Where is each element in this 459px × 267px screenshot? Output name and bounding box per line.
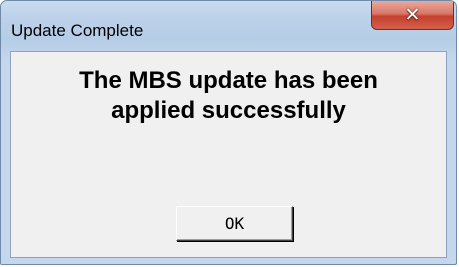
status-message: The MBS update has been applied successf… [11,66,446,126]
ok-button[interactable]: OK [176,206,293,241]
window-title: Update Complete [11,21,144,40]
dialog-body: The MBS update has been applied successf… [10,51,447,258]
message-line-1: The MBS update has been [79,67,378,94]
dialog-window: Update Complete ✕ The MBS update has bee… [0,0,457,265]
message-line-2: applied successfully [111,97,346,124]
close-icon: ✕ [404,3,421,26]
title-bar[interactable]: Update Complete ✕ [1,1,456,41]
close-button[interactable]: ✕ [371,1,454,30]
